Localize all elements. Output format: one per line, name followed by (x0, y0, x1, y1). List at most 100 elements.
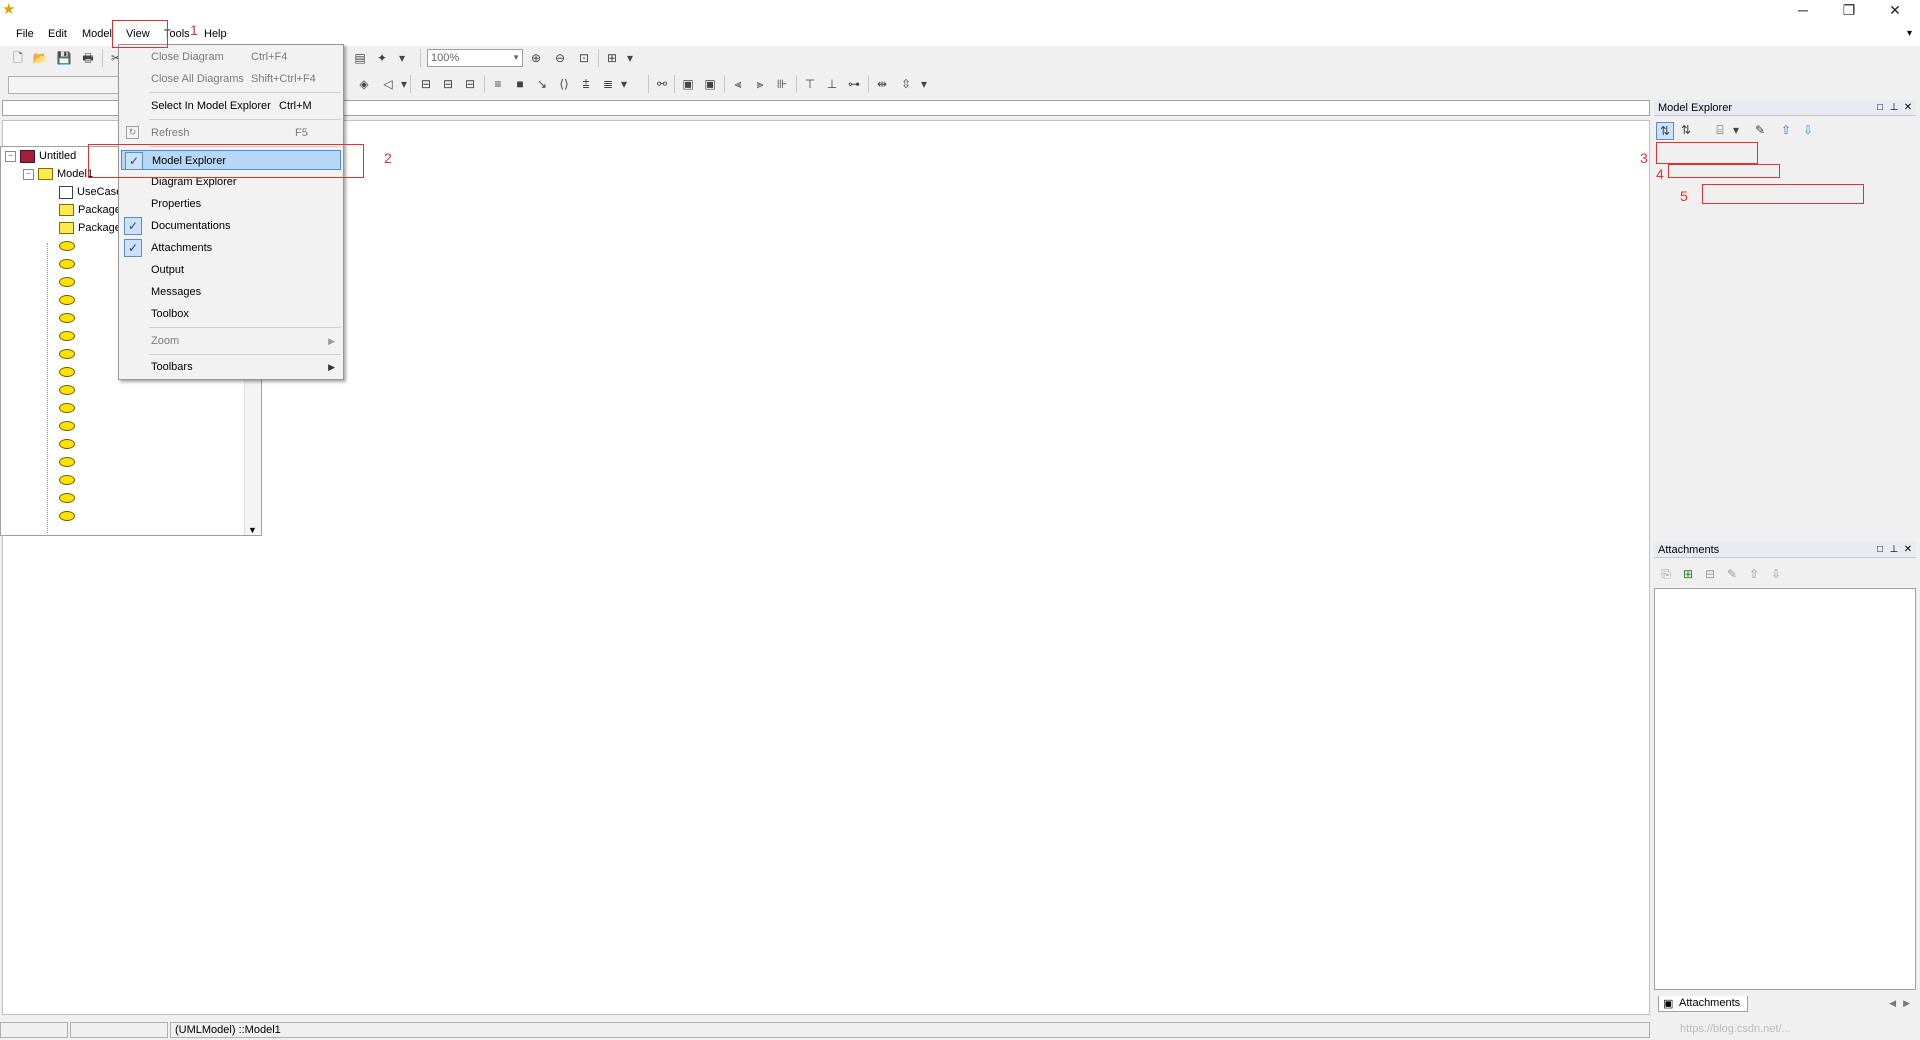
close-panel-icon[interactable]: ✕ (1902, 100, 1914, 116)
menu-item-close-all-diagrams[interactable]: Close All Diagrams Shift+Ctrl+F4 (121, 69, 341, 89)
delete-attachment-icon[interactable]: ⊟ (1702, 566, 1718, 582)
add-file-icon[interactable]: ⎘ (1658, 566, 1674, 582)
fill-color-icon[interactable]: ◈ (356, 76, 372, 92)
menu-item-messages[interactable]: Messages (121, 282, 341, 302)
zoom-fit-icon[interactable]: ⊡ (576, 50, 592, 66)
open-folder-icon[interactable]: 📂 (32, 50, 48, 66)
menu-item-attachments[interactable]: ✓ Attachments (121, 238, 341, 258)
tree-node-model[interactable]: − Model1 (23, 165, 93, 183)
tree-node-usecase[interactable] (59, 399, 75, 417)
tree-node-usecase[interactable] (59, 309, 75, 327)
collapse-icon[interactable]: − (5, 150, 16, 162)
save-icon[interactable]: 💾 (56, 50, 72, 66)
tree-node-package[interactable]: Package1 (59, 201, 127, 219)
tab-scroll-right-icon[interactable]: ▶ (1903, 998, 1910, 1009)
menu-item-close-diagram[interactable]: Close Diagram Ctrl+F4 (121, 47, 341, 67)
filter-icon[interactable]: ⌸ (1712, 122, 1728, 138)
tab-scroll-left-icon[interactable]: ◀ (1889, 998, 1896, 1009)
brackets-icon[interactable]: ⟨⟩ (556, 76, 572, 92)
sort-by-kind-icon[interactable]: ⇅ (1656, 122, 1674, 140)
space-vertical-icon[interactable]: ⇳ (898, 76, 914, 92)
menu-item-output[interactable]: Output (121, 260, 341, 280)
zoom-select[interactable]: 100% ▼ (427, 49, 523, 67)
line-color-icon[interactable]: ◁ (380, 76, 396, 92)
tree-node-package[interactable]: Package2 (59, 219, 127, 237)
tree-node-usecase[interactable] (59, 489, 75, 507)
minimize-button[interactable]: ─ (1780, 0, 1826, 22)
tree-node-usecase[interactable] (59, 291, 75, 309)
tree-node-usecase[interactable] (59, 345, 75, 363)
close-button[interactable]: ✕ (1872, 0, 1918, 22)
menu-model[interactable]: Model (80, 26, 114, 42)
suppress-operations-icon[interactable]: ⊟ (440, 76, 456, 92)
sort-by-name-icon[interactable]: ⇅ (1678, 122, 1694, 138)
bring-to-front-icon[interactable]: ▣ (680, 76, 696, 92)
send-to-back-icon[interactable]: ▣ (702, 76, 718, 92)
maximize-panel-icon[interactable]: □ (1874, 542, 1886, 558)
chevron-down-icon[interactable]: ▾ (622, 50, 638, 66)
space-horizontal-icon[interactable]: ⇹ (874, 76, 890, 92)
menu-item-properties[interactable]: Properties (121, 194, 341, 214)
diagram-icon[interactable]: ▤ (352, 50, 368, 66)
tree-node-usecase[interactable] (59, 237, 75, 255)
tree-node-usecase[interactable] (59, 381, 75, 399)
new-file-icon[interactable]: 🗋 (10, 50, 26, 66)
suppress-attributes-icon[interactable]: ⊟ (418, 76, 434, 92)
align-left-icon[interactable]: ⫷ (730, 76, 746, 92)
menu-file[interactable]: File (14, 26, 36, 42)
align-center-icon[interactable]: ⊪ (774, 76, 790, 92)
attachments-list[interactable] (1654, 588, 1916, 990)
menubar-overflow-icon[interactable]: ▾ (1907, 28, 1912, 39)
move-up-icon[interactable]: ⇧ (1746, 566, 1762, 582)
zoom-in-icon[interactable]: ⊕ (528, 50, 544, 66)
tree-node-usecase[interactable] (59, 255, 75, 273)
tree-node-usecase[interactable] (59, 471, 75, 489)
show-operation-signature-icon[interactable]: ⩲ (578, 76, 594, 92)
auto-resize-icon[interactable]: ↘ (534, 76, 550, 92)
menu-item-toolbox[interactable]: Toolbox (121, 304, 341, 324)
close-panel-icon[interactable]: ✕ (1902, 542, 1914, 558)
tree-node-root[interactable]: − Untitled (5, 147, 76, 165)
style-select[interactable] (8, 76, 120, 94)
move-up-icon[interactable]: ⇧ (1778, 122, 1794, 138)
pin-icon[interactable]: ⊥ (1888, 100, 1900, 116)
menu-edit[interactable]: Edit (46, 26, 69, 42)
align-top-icon[interactable]: ⊤ (802, 76, 818, 92)
tab-attachments[interactable]: ▣ Attachments (1658, 996, 1748, 1012)
add-url-icon[interactable]: ⊞ (1680, 566, 1696, 582)
stereotype-display-icon[interactable]: ≣ (600, 76, 616, 92)
tree-node-usecase[interactable] (59, 363, 75, 381)
tree-node-usecase[interactable] (59, 507, 75, 525)
print-icon[interactable]: 🖶 (80, 50, 96, 66)
move-down-icon[interactable]: ⇩ (1768, 566, 1784, 582)
collapse-icon[interactable]: − (23, 168, 34, 180)
word-wrap-icon[interactable]: ≡ (490, 76, 506, 92)
add-element-icon[interactable]: ✎ (1752, 122, 1768, 138)
pin-icon[interactable]: ⊥ (1888, 542, 1900, 558)
menu-item-select-in-model-explorer[interactable]: Select In Model Explorer Ctrl+M (121, 96, 341, 116)
menu-item-zoom[interactable]: Zoom ▶ (121, 331, 341, 351)
menu-item-documentations[interactable]: ✓ Documentations (121, 216, 341, 236)
tree-node-usecase[interactable] (59, 327, 75, 345)
maximize-panel-icon[interactable]: □ (1874, 100, 1886, 116)
tree-node-usecase[interactable] (59, 435, 75, 453)
suppress-literals-icon[interactable]: ⊟ (462, 76, 478, 92)
chevron-down-icon[interactable]: ▾ (394, 50, 410, 66)
chevron-down-icon[interactable]: ▾ (616, 76, 632, 92)
align-bottom-icon[interactable]: ⊥ (824, 76, 840, 92)
hierarchy-icon[interactable]: ⚯ (654, 76, 670, 92)
scroll-down-icon[interactable]: ▼ (248, 525, 257, 535)
align-right-icon[interactable]: ⫸ (752, 76, 768, 92)
tree-node-usecase[interactable] (59, 273, 75, 291)
edit-attachment-icon[interactable]: ✎ (1724, 566, 1740, 582)
chevron-down-icon[interactable]: ▾ (916, 76, 932, 92)
menu-help[interactable]: Help (202, 26, 229, 42)
layout-icon[interactable]: ⊞ (604, 50, 620, 66)
generate-icon[interactable]: ✦ (374, 50, 390, 66)
tree-node-usecase[interactable] (59, 453, 75, 471)
zoom-out-icon[interactable]: ⊖ (552, 50, 568, 66)
align-middle-icon[interactable]: ⊶ (846, 76, 862, 92)
menu-item-toolbars[interactable]: Toolbars ▶ (121, 357, 341, 377)
restore-button[interactable]: ❐ (1826, 0, 1872, 22)
menu-item-refresh[interactable]: ↻ Refresh F5 (121, 123, 341, 143)
